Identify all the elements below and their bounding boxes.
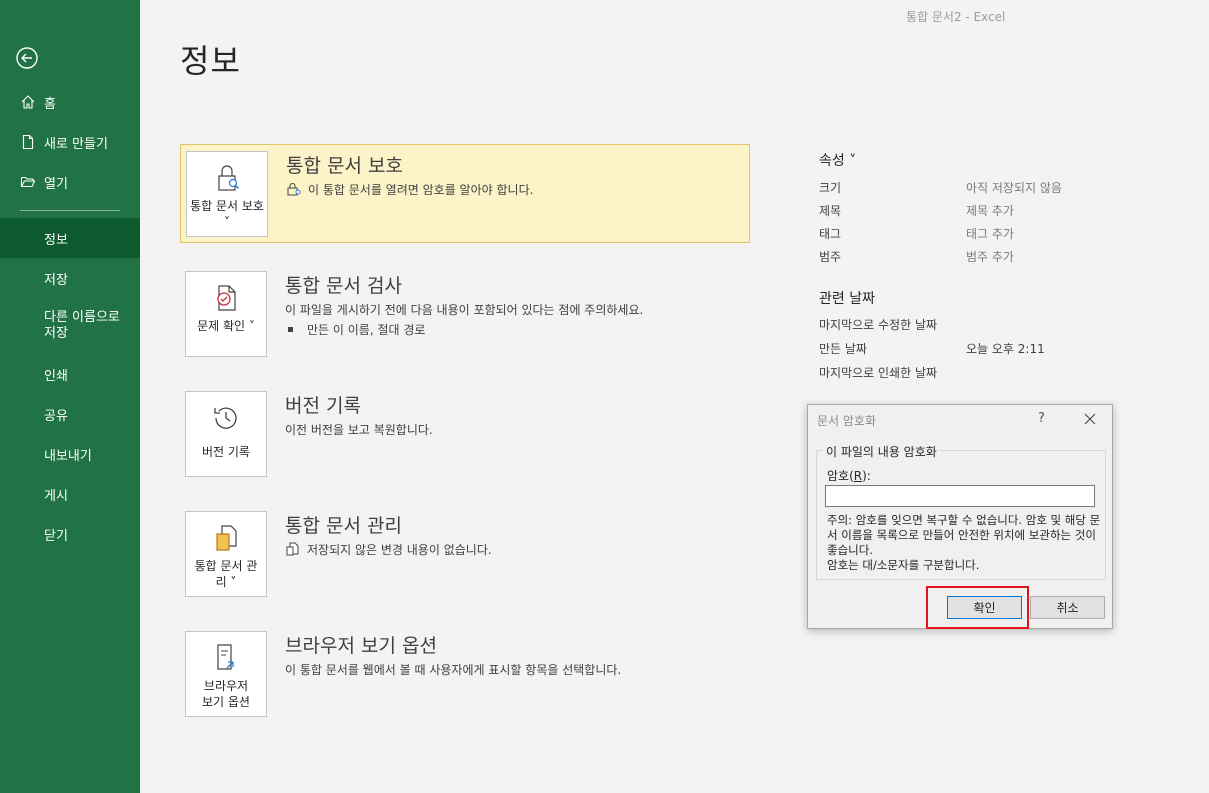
section-title: 통합 문서 보호: [286, 155, 403, 177]
sidebar-item-label: 닫기: [44, 528, 68, 544]
encrypt-document-dialog: 문서 암호화 ? 이 파일의 내용 암호화 암호(R): 주의: 암호를 잊으면…: [807, 404, 1113, 629]
close-icon[interactable]: [1083, 412, 1097, 426]
property-value[interactable]: 범주 추가: [966, 248, 1014, 265]
new-document-icon: [20, 134, 36, 150]
sidebar-item-new[interactable]: 새로 만들기: [0, 122, 140, 162]
ok-button[interactable]: 확인: [947, 596, 1022, 619]
sidebar-item-info[interactable]: 정보: [0, 218, 140, 258]
browser-view-section: 브라우저 보기 옵션 브라우저 보기 옵션 이 통합 문서를 웹에서 볼 때 사…: [180, 625, 750, 724]
section-title: 버전 기록: [285, 395, 361, 417]
properties-header[interactable]: 속성 ˅: [819, 150, 856, 170]
related-dates-header: 관련 날짜: [819, 291, 875, 307]
tile-label: 통합 문서 관리 ˅: [194, 559, 258, 589]
sidebar-item-label: 홈: [44, 96, 56, 112]
tile-label: 브라우저 보기 옵션: [202, 679, 250, 709]
section-title: 브라우저 보기 옵션: [285, 635, 437, 657]
protect-workbook-button[interactable]: 통합 문서 보호 ˅: [186, 151, 268, 237]
backstage-sidebar: 홈 새로 만들기 열기 정보 저장 다른 이름으로 저장 인쇄 공유 내보내기 …: [0, 0, 140, 793]
documents-small-icon: [286, 542, 299, 556]
manage-workbook-section: 통합 문서 관리 ˅ 통합 문서 관리 저장되지 않은 변경 내용이 없습니다.: [180, 505, 750, 604]
sidebar-item-share[interactable]: 공유: [0, 394, 140, 434]
property-key: 제목: [819, 204, 842, 218]
property-value: 아직 저장되지 않음: [966, 181, 1062, 195]
manage-documents-icon: [216, 525, 237, 551]
sidebar-item-label: 게시: [44, 488, 68, 504]
sidebar-item-save[interactable]: 저장: [0, 258, 140, 298]
browser-document-icon: [217, 644, 234, 670]
section-description: 저장되지 않은 변경 내용이 없습니다.: [285, 541, 492, 558]
inspect-bullet: 만든 이 이름, 절대 경로: [288, 321, 425, 338]
section-title: 통합 문서 관리: [285, 515, 402, 537]
property-value[interactable]: 제목 추가: [966, 202, 1014, 219]
password-warning-note: 주의: 암호를 잊으면 복구할 수 없습니다. 암호 및 해당 문서 이름을 목…: [827, 513, 1101, 572]
password-label: 암호(R):: [827, 469, 871, 483]
open-folder-icon: [20, 174, 36, 190]
property-key: 범주: [819, 250, 842, 264]
lock-small-icon: [287, 183, 301, 196]
sidebar-item-label: 다른 이름으로 저장: [44, 310, 120, 341]
sidebar-item-label: 내보내기: [44, 448, 92, 464]
sidebar-item-label: 공유: [44, 408, 68, 424]
inspect-workbook-section: 문제 확인 ˅ 통합 문서 검사 이 파일을 게시하기 전에 다음 내용이 포함…: [180, 265, 750, 364]
sidebar-item-label: 인쇄: [44, 368, 68, 384]
dialog-title: 문서 암호화: [817, 414, 877, 428]
sidebar-item-publish[interactable]: 게시: [0, 474, 140, 514]
sidebar-item-save-as[interactable]: 다른 이름으로 저장: [0, 302, 140, 350]
date-key: 마지막으로 수정한 날짜: [819, 318, 938, 332]
home-icon: [20, 94, 36, 110]
window-title: 통합 문서2 - Excel: [906, 10, 1006, 24]
history-clock-icon: [214, 407, 237, 429]
back-arrow-icon[interactable]: [16, 47, 38, 69]
version-history-button[interactable]: 버전 기록: [185, 391, 267, 477]
document-check-icon: [217, 285, 236, 311]
tile-label: 문제 확인 ˅: [197, 319, 255, 333]
password-input[interactable]: [825, 485, 1095, 507]
date-value: 오늘 오후 2:11: [966, 342, 1045, 356]
manage-workbook-button[interactable]: 통합 문서 관리 ˅: [185, 511, 267, 597]
sidebar-item-label: 저장: [44, 272, 68, 288]
check-for-issues-button[interactable]: 문제 확인 ˅: [185, 271, 267, 357]
date-key: 만든 날짜: [819, 342, 867, 356]
tile-label: 통합 문서 보호 ˅: [190, 199, 264, 229]
section-title: 통합 문서 검사: [285, 275, 402, 297]
sidebar-item-export[interactable]: 내보내기: [0, 434, 140, 474]
section-description: 이 통합 문서를 열려면 암호를 알아야 합니다.: [286, 181, 533, 198]
section-description: 이 통합 문서를 웹에서 볼 때 사용자에게 표시할 항목을 선택합니다.: [285, 663, 622, 677]
property-key: 크기: [819, 181, 842, 195]
section-description: 이전 버전을 보고 복원합니다.: [285, 423, 433, 437]
date-key: 마지막으로 인쇄한 날짜: [819, 366, 938, 380]
version-history-section: 버전 기록 버전 기록 이전 버전을 보고 복원합니다.: [180, 385, 750, 484]
sidebar-item-label: 정보: [44, 232, 68, 248]
lock-search-icon: [218, 165, 240, 191]
property-value[interactable]: 태그 추가: [966, 225, 1014, 242]
protect-workbook-section: 통합 문서 보호 ˅ 통합 문서 보호 이 통합 문서를 열려면 암호를 알아야…: [180, 144, 750, 243]
property-key: 태그: [819, 227, 842, 241]
sidebar-divider: [20, 210, 120, 211]
sidebar-item-label: 새로 만들기: [44, 136, 108, 152]
sidebar-item-open[interactable]: 열기: [0, 162, 140, 202]
tile-label: 버전 기록: [202, 445, 250, 459]
sidebar-item-close[interactable]: 닫기: [0, 514, 140, 554]
cancel-button[interactable]: 취소: [1030, 596, 1105, 619]
sidebar-item-home[interactable]: 홈: [0, 82, 140, 122]
help-button[interactable]: ?: [1038, 411, 1045, 426]
browser-view-options-button[interactable]: 브라우저 보기 옵션: [185, 631, 267, 717]
sidebar-item-label: 열기: [44, 176, 68, 192]
group-label: 이 파일의 내용 암호화: [823, 443, 940, 460]
section-description: 이 파일을 게시하기 전에 다음 내용이 포함되어 있다는 점에 주의하세요.: [285, 303, 644, 317]
sidebar-item-print[interactable]: 인쇄: [0, 354, 140, 394]
page-title: 정보: [180, 42, 241, 80]
